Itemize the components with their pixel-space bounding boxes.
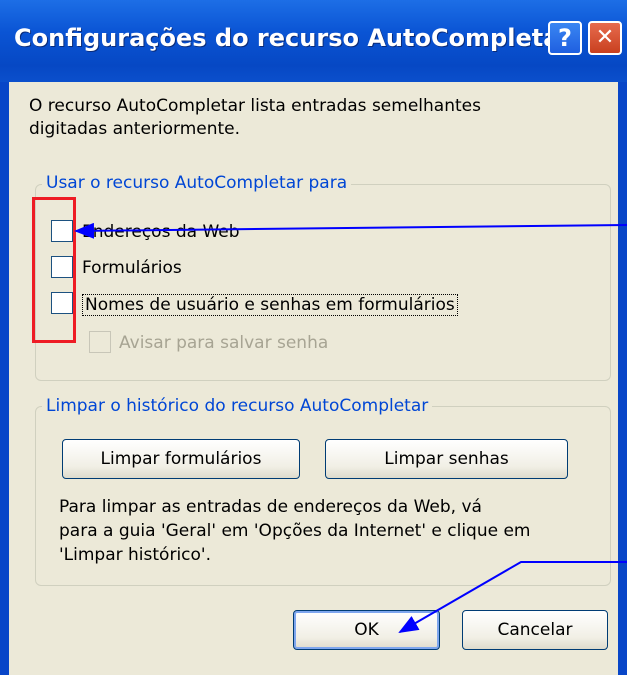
arrow-to-ok-button — [398, 561, 627, 634]
annotation-arrows — [74, 222, 627, 634]
autocomplete-settings-dialog: Configurações do recurso AutoCompletar ?… — [0, 0, 627, 675]
arrow-to-web-checkbox — [74, 222, 627, 239]
